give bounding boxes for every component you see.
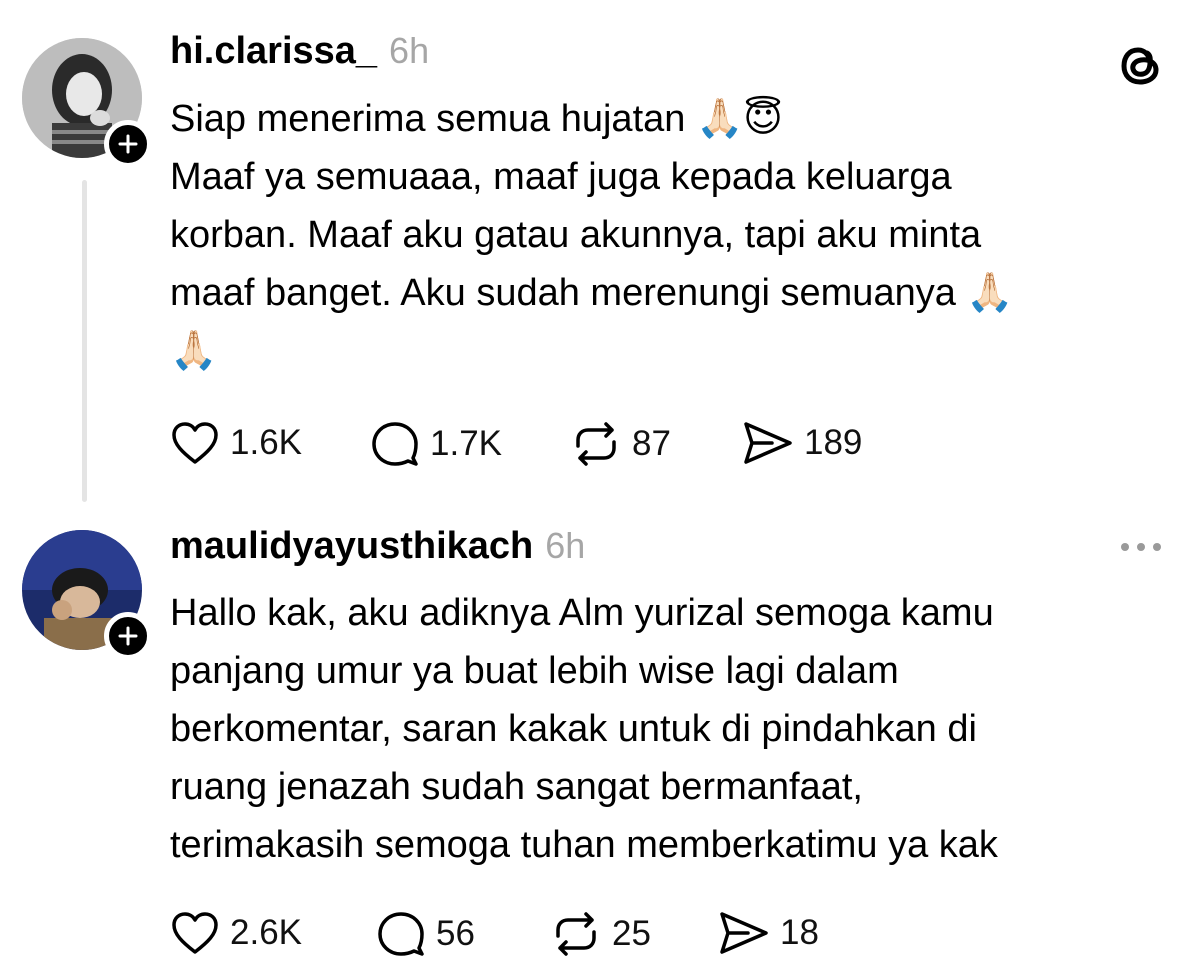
reply-button[interactable]: 1.7K (370, 420, 502, 468)
post-line: maaf banget. Aku sudah merenungi semuany… (170, 272, 1014, 314)
post-line: 🙏🏻 (170, 330, 218, 372)
follow-button[interactable] (104, 120, 152, 168)
post-header: hi.clarissa_ 6h (170, 30, 429, 73)
thread-connector-line (82, 180, 87, 502)
like-count: 1.6K (230, 423, 302, 462)
plus-icon (118, 626, 138, 646)
post-line: terimakasih semoga tuhan memberkatimu ya… (170, 824, 998, 866)
post-line: korban. Maaf aku gatau akunnya, tapi aku… (170, 214, 982, 256)
heart-icon (172, 912, 218, 954)
post-line: panjang umur ya buat lebih wise lagi dal… (170, 650, 899, 692)
post-text: Siap menerima semua hujatan 🙏🏻😇 Maaf ya … (170, 90, 1130, 380)
post-line: Siap menerima semua hujatan 🙏🏻😇 (170, 98, 783, 140)
post-text: Hallo kak, aku adiknya Alm yurizal semog… (170, 584, 1130, 874)
like-button[interactable]: 1.6K (170, 420, 302, 466)
follow-button[interactable] (104, 612, 152, 660)
repost-icon (556, 912, 596, 956)
username[interactable]: maulidyayusthikach (170, 525, 533, 568)
share-button[interactable]: 18 (718, 910, 819, 956)
like-button[interactable]: 2.6K (170, 910, 302, 956)
repost-count: 87 (632, 424, 671, 463)
post-line: Hallo kak, aku adiknya Alm yurizal semog… (170, 592, 994, 634)
plus-icon (118, 134, 138, 154)
share-button[interactable]: 189 (742, 420, 862, 466)
post-line: Maaf ya semuaaa, maaf juga kepada keluar… (170, 156, 952, 198)
send-icon (744, 422, 792, 464)
repost-button[interactable]: 25 (550, 910, 651, 958)
heart-icon (172, 422, 218, 464)
comment-icon (372, 422, 418, 466)
post-header: maulidyayusthikach 6h (170, 525, 585, 568)
post-line: berkomentar, saran kakak untuk di pindah… (170, 708, 977, 750)
repost-button[interactable]: 87 (570, 420, 671, 468)
repost-icon (576, 422, 616, 466)
username[interactable]: hi.clarissa_ (170, 30, 377, 73)
reply-count: 1.7K (430, 424, 502, 463)
comment-icon (378, 912, 424, 956)
reply-button[interactable]: 56 (376, 910, 475, 958)
send-icon (720, 912, 768, 954)
share-count: 18 (780, 913, 819, 952)
timestamp: 6h (389, 30, 430, 71)
reply-count: 56 (436, 914, 475, 953)
post-line: ruang jenazah sudah sangat bermanfaat, (170, 766, 863, 808)
repost-count: 25 (612, 914, 651, 953)
like-count: 2.6K (230, 913, 302, 952)
timestamp: 6h (545, 525, 586, 566)
threads-feed: hi.clarissa_ 6h Siap menerima semua huja… (0, 0, 1200, 979)
share-count: 189 (804, 423, 863, 462)
more-options-icon[interactable] (1118, 540, 1164, 559)
threads-logo-icon[interactable] (1116, 40, 1166, 95)
